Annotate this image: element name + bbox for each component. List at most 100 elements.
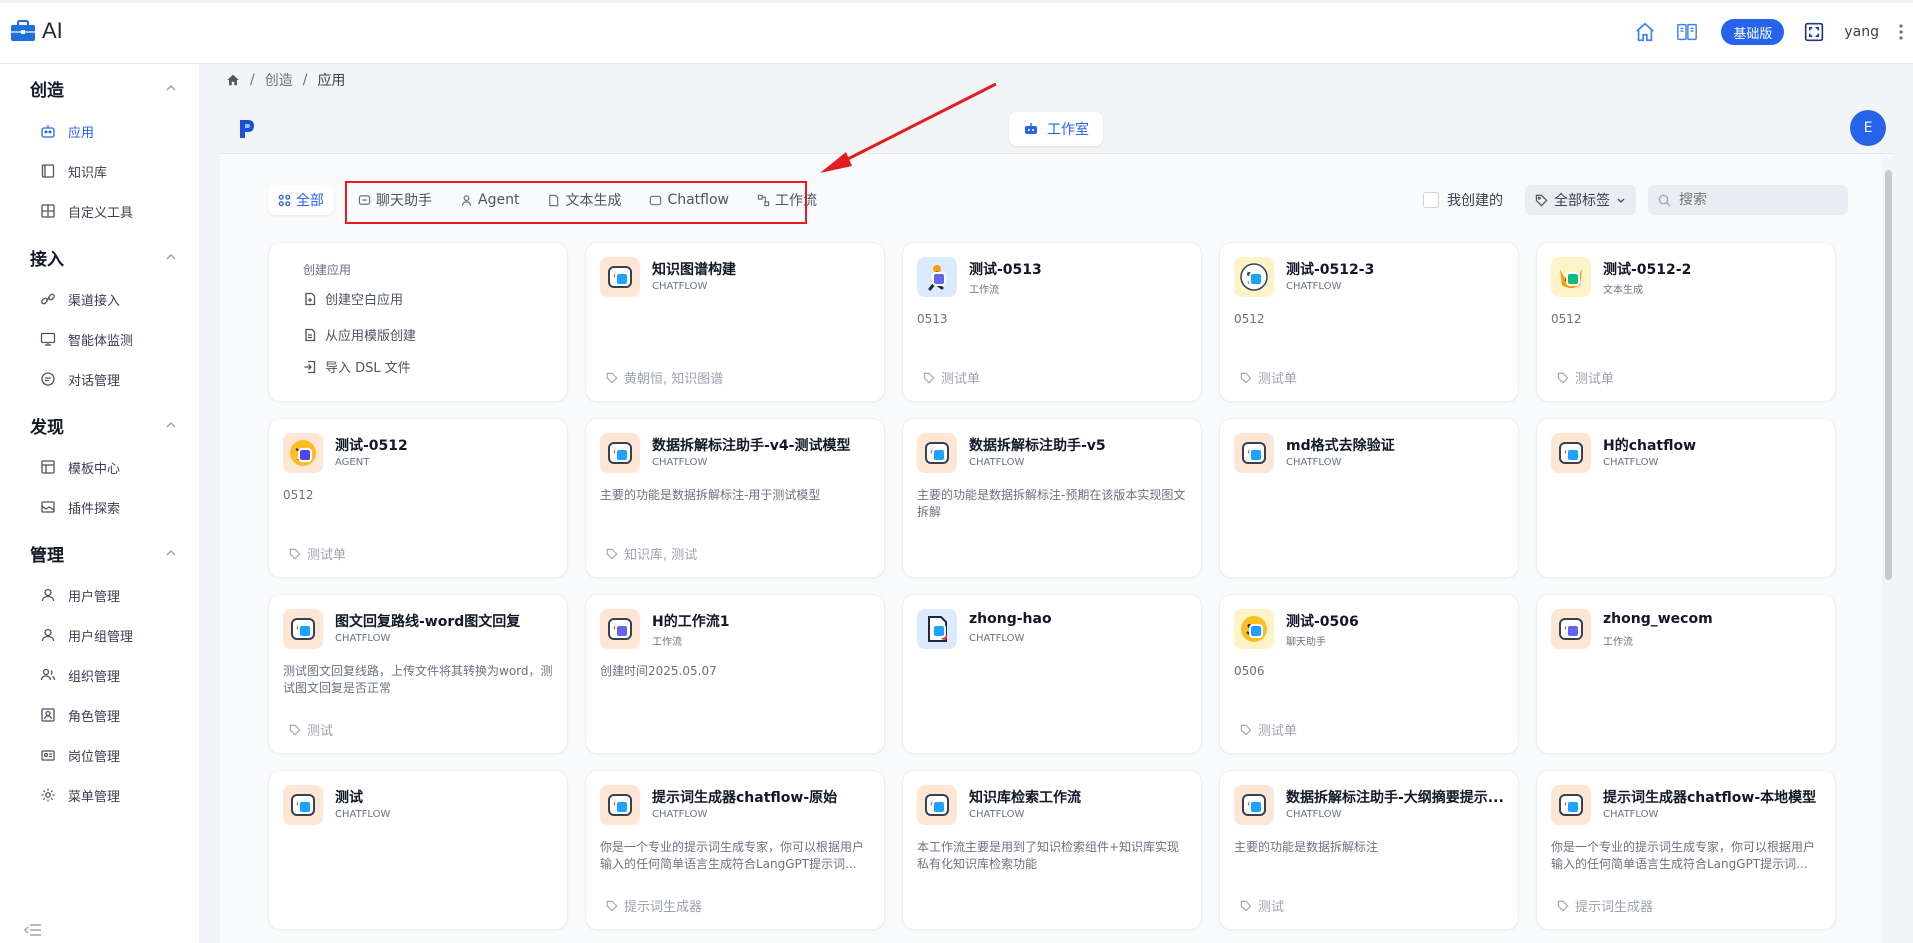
app-tags[interactable]: 提示词生成器 — [1557, 896, 1653, 915]
create-from-template-button[interactable]: 从应用模版创建 — [303, 325, 416, 344]
more-vertical-icon[interactable] — [1893, 20, 1909, 44]
search-input[interactable] — [1677, 191, 1837, 209]
app-title: H的工作流1 — [652, 614, 730, 630]
created-by-me-filter[interactable]: 我创建的 — [1423, 190, 1513, 210]
sidebar-item-knowledge[interactable]: 知识库 — [0, 155, 200, 187]
app-title: 测试-0512-2 — [1603, 262, 1692, 278]
toolbox-icon — [41, 204, 55, 218]
app-type: CHATFLOW — [969, 633, 1025, 644]
home-breadcrumb-icon[interactable] — [226, 73, 240, 87]
sidebar-item-agent-monitor[interactable]: 智能体监测 — [0, 323, 200, 355]
chevron-up-icon[interactable] — [165, 547, 177, 559]
app-tags-text: 测试单 — [307, 548, 347, 563]
app-card[interactable]: 知识库检索工作流 CHATFLOW 本工作流主要是用到了知识检索组件+知识库实现… — [902, 770, 1202, 930]
app-card[interactable]: 数据拆解标注助手-大纲摘要提示... CHATFLOW 主要的功能是数据拆解标注… — [1219, 770, 1519, 930]
sidebar-group-title[interactable]: 管理 — [30, 541, 64, 566]
user-avatar[interactable]: E — [1850, 110, 1886, 146]
book-icon — [41, 164, 55, 178]
sidebar-item-plugins[interactable]: 插件探索 — [0, 491, 200, 523]
app-tags[interactable]: 测试单 — [289, 544, 346, 563]
sidebar-item-org[interactable]: 组织管理 — [0, 659, 200, 691]
app-card[interactable]: zhong-hao CHATFLOW — [902, 594, 1202, 754]
fullscreen-icon[interactable] — [1802, 20, 1826, 44]
edition-badge[interactable]: 基础版 — [1721, 19, 1785, 45]
chevron-up-icon[interactable] — [165, 82, 177, 94]
app-card[interactable]: zhong_wecom 工作流 — [1536, 594, 1836, 754]
plugin-icon — [41, 501, 55, 513]
chatflow-badge-icon — [932, 448, 946, 462]
app-card[interactable]: 测试 CHATFLOW — [268, 770, 568, 930]
sidebar-group-title[interactable]: 创造 — [30, 76, 64, 101]
app-tags-text: 测试 — [307, 724, 334, 739]
breadcrumb-item[interactable]: 创造 — [265, 70, 293, 90]
app-tags-text: 测试单 — [1258, 372, 1298, 387]
sidebar-item-channel[interactable]: 渠道接入 — [0, 283, 200, 315]
home-icon[interactable] — [1633, 20, 1657, 44]
search-icon — [1658, 194, 1671, 207]
app-card[interactable]: H的工作流1 工作流 创建时间2025.05.07 — [585, 594, 885, 754]
top-header: AI 基础版 yang — [0, 0, 1913, 64]
import-dsl-button[interactable]: 导入 DSL 文件 — [303, 357, 411, 376]
app-card[interactable]: 测试-0512-2 文本生成 0512 测试单 — [1536, 242, 1836, 402]
sidebar-group-title[interactable]: 接入 — [30, 245, 64, 270]
briefcase-logo-icon — [11, 20, 35, 41]
app-tags[interactable]: 测试单 — [1240, 368, 1297, 387]
app-card[interactable]: 测试-0513 工作流 0513 测试单 — [902, 242, 1202, 402]
app-title: H的chatflow — [1603, 438, 1697, 454]
sidebar-item-menus[interactable]: 菜单管理 — [0, 779, 200, 811]
app-card[interactable]: 测试-0512-3 CHATFLOW 0512 测试单 — [1219, 242, 1519, 402]
app-card[interactable]: 测试-0506 聊天助手 0506 测试单 — [1219, 594, 1519, 754]
sidebar-item-user-groups[interactable]: 用户组管理 — [0, 619, 200, 651]
create-option-label: 导入 DSL 文件 — [325, 361, 411, 376]
studio-tab[interactable]: 工作室 — [1009, 112, 1103, 146]
app-title: 提示词生成器chatflow-本地模型 — [1603, 790, 1817, 806]
app-tags[interactable]: 知识库, 测试 — [606, 544, 697, 563]
app-tags[interactable]: 黄朝恒, 知识图谱 — [606, 368, 723, 387]
create-blank-app-button[interactable]: 创建空白应用 — [303, 289, 403, 308]
app-card[interactable]: 提示词生成器chatflow-本地模型 CHATFLOW 你是一个专业的提示词生… — [1536, 770, 1836, 930]
app-tags[interactable]: 测试 — [289, 720, 333, 739]
app-card[interactable]: H的chatflow CHATFLOW — [1536, 418, 1836, 578]
app-card[interactable]: 知识图谱构建 CHATFLOW 黄朝恒, 知识图谱 — [585, 242, 885, 402]
manual-book-icon[interactable] — [1675, 20, 1699, 44]
scrollbar-thumb[interactable] — [1885, 170, 1892, 580]
app-title: 数据拆解标注助手-v5 — [969, 438, 1106, 454]
chevron-up-icon[interactable] — [165, 251, 177, 263]
app-card[interactable]: md格式去除验证 CHATFLOW — [1219, 418, 1519, 578]
sidebar-group-title[interactable]: 发现 — [30, 413, 64, 438]
sidebar-item-users[interactable]: 用户管理 — [0, 579, 200, 611]
tab-all[interactable]: 全部 — [268, 185, 334, 215]
sidebar-item-roles[interactable]: 角色管理 — [0, 699, 200, 731]
breadcrumb-separator: / — [302, 72, 308, 88]
tag-icon — [606, 372, 618, 384]
sidebar-item-templates[interactable]: 模板中心 — [0, 451, 200, 483]
app-tags[interactable]: 测试单 — [1557, 368, 1614, 387]
sidebar-item-custom-tools[interactable]: 自定义工具 — [0, 195, 200, 227]
sidebar-item-conversations[interactable]: 对话管理 — [0, 363, 200, 395]
app-card[interactable]: 提示词生成器chatflow-原始 CHATFLOW 你是一个专业的提示词生成专… — [585, 770, 885, 930]
role-icon — [41, 708, 55, 722]
brand[interactable]: AI — [10, 18, 63, 44]
app-card[interactable]: 数据拆解标注助手-v4-测试模型 CHATFLOW 主要的功能是数据拆解标注-用… — [585, 418, 885, 578]
app-card[interactable]: 图文回复路线-word图文回复 CHATFLOW 测试图文回复线路，上传文件将其… — [268, 594, 568, 754]
sidebar-item-posts[interactable]: 岗位管理 — [0, 739, 200, 771]
all-tags-dropdown[interactable]: 全部标签 — [1525, 185, 1636, 215]
create-option-label: 创建空白应用 — [325, 293, 404, 308]
search-box[interactable] — [1648, 185, 1848, 215]
app-title: 数据拆解标注助手-v4-测试模型 — [652, 438, 851, 454]
app-tags[interactable]: 测试 — [1240, 896, 1284, 915]
app-description: 主要的功能是数据拆解标注 — [1234, 840, 1379, 854]
collapse-sidebar-icon[interactable] — [24, 923, 42, 937]
created-by-me-checkbox[interactable] — [1423, 192, 1439, 208]
app-description: 0506 — [1234, 664, 1265, 678]
chevron-up-icon[interactable] — [165, 419, 177, 431]
robot-icon — [1025, 123, 1037, 134]
app-description: 本工作流主要是用到了知识检索组件+知识库实现私有化知识库检索功能 — [917, 840, 1180, 871]
app-tags[interactable]: 测试单 — [923, 368, 980, 387]
app-tags[interactable]: 提示词生成器 — [606, 896, 702, 915]
sidebar-item-apps[interactable]: 应用 — [0, 115, 200, 147]
app-card[interactable]: 测试-0512 AGENT 0512 测试单 — [268, 418, 568, 578]
app-card[interactable]: 数据拆解标注助手-v5 CHATFLOW 主要的功能是数据拆解标注-预期在该版本… — [902, 418, 1202, 578]
username[interactable]: yang — [1844, 24, 1879, 40]
app-tags[interactable]: 测试单 — [1240, 720, 1297, 739]
